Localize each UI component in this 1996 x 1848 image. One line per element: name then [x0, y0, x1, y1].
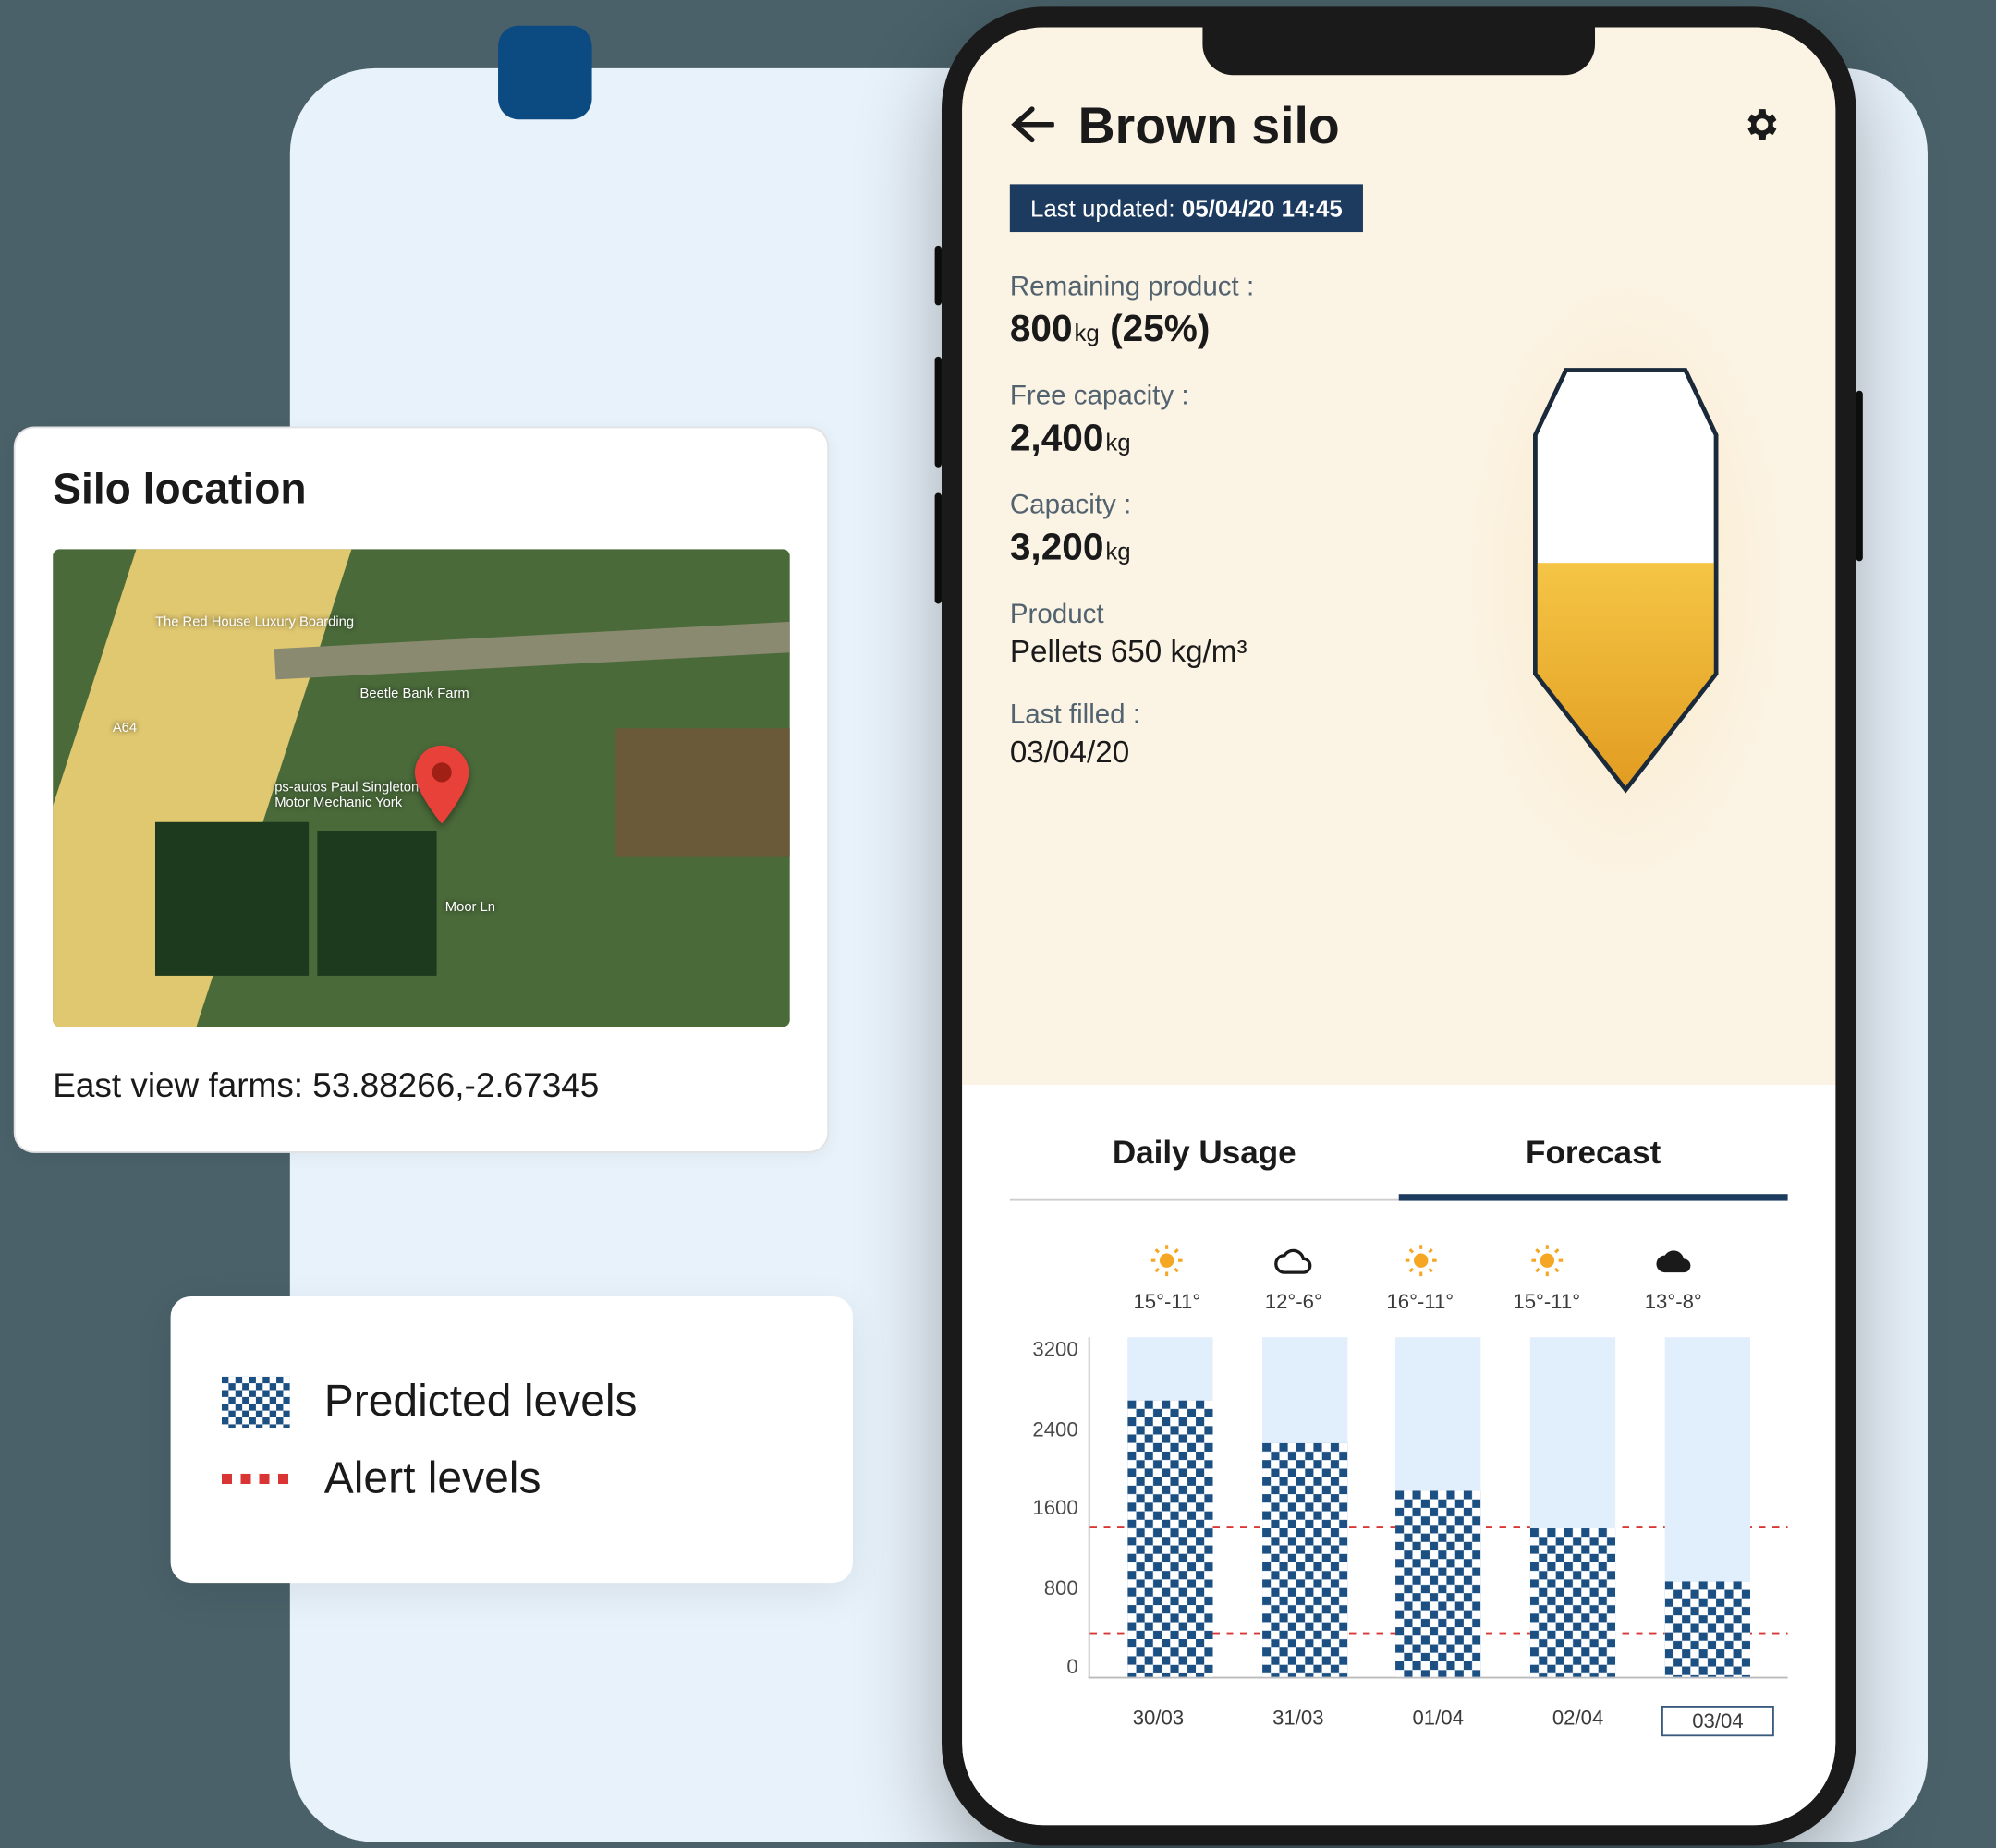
predicted-bar: [1128, 1400, 1213, 1677]
remaining-product: Remaining product : 800kg (25%): [1010, 273, 1440, 351]
weather-item: 16°-11°: [1357, 1242, 1483, 1314]
phone-notch: [1202, 28, 1595, 76]
product: Product Pellets 650 kg/m³: [1010, 601, 1440, 671]
weather-sun-icon: [1103, 1242, 1230, 1280]
x-label: 01/04: [1381, 1706, 1494, 1736]
silo-location-card: Silo location The Red House Luxury Board…: [14, 427, 829, 1153]
weather-item: 15°-11°: [1483, 1242, 1610, 1314]
weather-forecast-row: 15°-11°12°-6°16°-11°15°-11°13°-8°: [1010, 1242, 1788, 1314]
bar-slot: [1262, 1337, 1347, 1676]
y-axis: 3200240016008000: [1010, 1337, 1089, 1678]
predicted-bar: [1530, 1527, 1615, 1677]
bar-slot: [1128, 1337, 1213, 1676]
predicted-bar: [1396, 1490, 1481, 1677]
weather-sun-icon: [1483, 1242, 1610, 1280]
back-arrow-icon[interactable]: [1010, 101, 1054, 155]
location-title: Silo location: [53, 466, 789, 516]
checker-pattern-icon: [222, 1376, 290, 1427]
bar-slot: [1530, 1337, 1615, 1676]
free-capacity: Free capacity : 2,400kg: [1010, 383, 1440, 461]
silo-title: Brown silo: [1078, 99, 1716, 157]
last-filled: Last filled : 03/04/20: [1010, 701, 1440, 772]
capacity: Capacity : 3,200kg: [1010, 492, 1440, 570]
predicted-bar: [1664, 1581, 1749, 1677]
silo-fill-graphic: [1464, 273, 1788, 887]
weather-cloud-icon: [1230, 1242, 1357, 1280]
tab-forecast[interactable]: Forecast: [1399, 1115, 1788, 1200]
dashed-line-icon: [222, 1473, 290, 1483]
legend-card: Predicted levels Alert levels: [171, 1296, 853, 1583]
weather-item: 15°-11°: [1103, 1242, 1230, 1314]
bar-slot: [1396, 1337, 1481, 1676]
weather-item: 12°-6°: [1230, 1242, 1357, 1314]
satellite-map[interactable]: The Red House Luxury Boarding Beetle Ban…: [53, 549, 789, 1027]
x-label: 31/03: [1242, 1706, 1355, 1736]
last-updated-badge: Last updated: 05/04/20 14:45: [1010, 184, 1363, 232]
farm-coordinates: East view farms: 53.88266,-2.67345: [53, 1068, 789, 1107]
x-label: 30/03: [1102, 1706, 1215, 1736]
weather-sun-icon: [1357, 1242, 1483, 1280]
chart-tabs: Daily Usage Forecast: [1010, 1115, 1788, 1200]
weather-darkcloud-icon: [1610, 1242, 1736, 1280]
x-axis: 30/03 31/03 01/04 02/04 03/04: [1010, 1706, 1788, 1736]
bar-slot: [1664, 1337, 1749, 1676]
legend-alert: Alert levels: [222, 1452, 802, 1504]
predicted-bar: [1262, 1442, 1347, 1677]
legend-predicted: Predicted levels: [222, 1375, 802, 1428]
blue-accent-square: [498, 26, 592, 120]
x-label: 02/04: [1522, 1706, 1635, 1736]
map-pin-icon[interactable]: [411, 746, 472, 833]
gear-icon[interactable]: [1740, 103, 1781, 153]
phone-mockup: Brown silo Last updated: 05/04/20 14:45 …: [942, 6, 1856, 1845]
x-label: 03/04: [1661, 1706, 1774, 1736]
forecast-chart: 3200240016008000: [1010, 1337, 1788, 1696]
weather-item: 13°-8°: [1610, 1242, 1736, 1314]
tab-daily-usage[interactable]: Daily Usage: [1010, 1115, 1399, 1200]
chart-plot: [1089, 1337, 1788, 1678]
